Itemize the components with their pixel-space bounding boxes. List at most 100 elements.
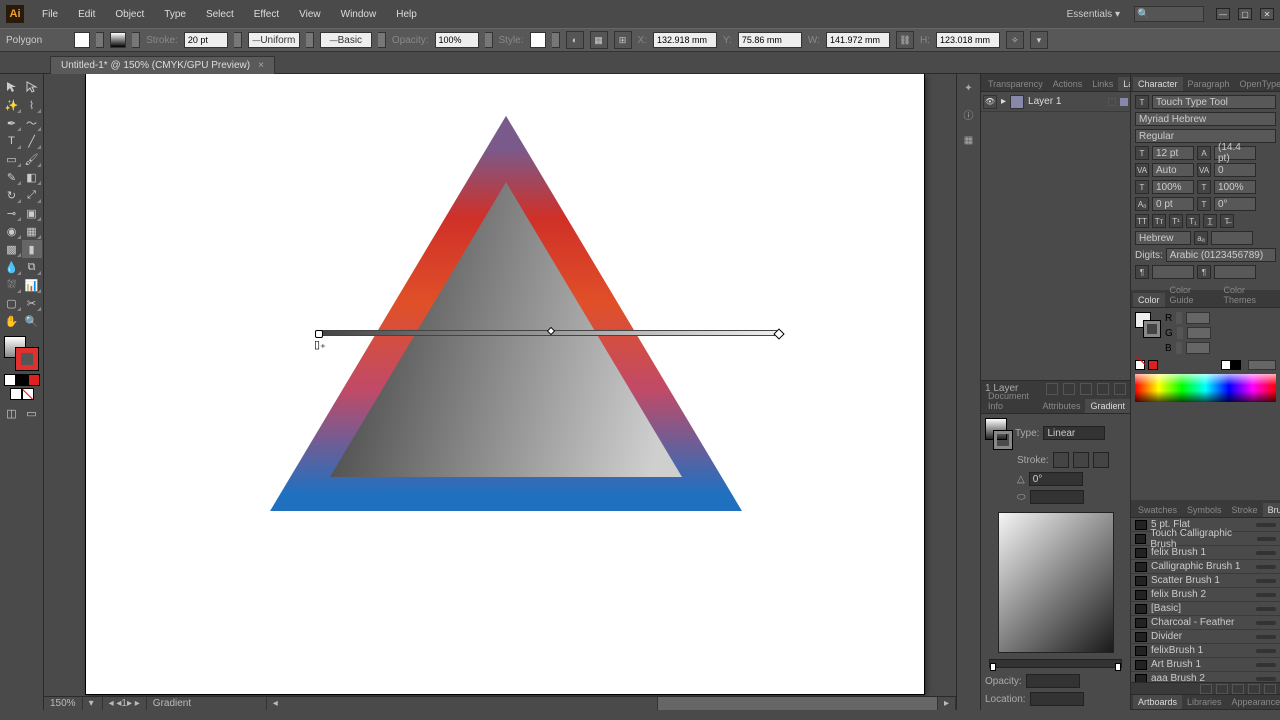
horizontal-scrollbar[interactable] — [658, 697, 938, 711]
perspective-tool[interactable]: ▦ — [22, 222, 42, 240]
touch-type-button[interactable]: Touch Type Tool — [1152, 95, 1276, 109]
gradient-tool[interactable]: ▮ — [22, 240, 42, 258]
shaper-tool[interactable]: ✎ — [2, 168, 22, 186]
touch-type-icon[interactable]: T — [1135, 95, 1149, 109]
w-input[interactable]: 141.972 mm — [826, 32, 890, 48]
rotation-input[interactable]: 0° — [1214, 197, 1256, 211]
properties-icon[interactable]: ✦ — [961, 80, 977, 96]
strikethrough-icon[interactable]: T̶ — [1220, 214, 1234, 228]
tab-paragraph[interactable]: Paragraph — [1183, 77, 1235, 91]
tab-character[interactable]: Character — [1133, 77, 1183, 91]
g-value[interactable] — [1187, 327, 1211, 339]
kerning-input[interactable]: Auto — [1152, 163, 1194, 177]
stroke-profile[interactable]: ― Uniform — [248, 32, 300, 48]
x-input[interactable]: 132.918 mm — [653, 32, 717, 48]
tab-artboards[interactable]: Artboards — [1133, 695, 1182, 709]
menu-object[interactable]: Object — [107, 5, 152, 24]
transform-icon[interactable]: ⊞ — [614, 31, 632, 49]
menu-window[interactable]: Window — [333, 5, 385, 24]
shape-builder-tool[interactable]: ◉ — [2, 222, 22, 240]
screen-mode-full[interactable] — [22, 388, 34, 400]
rotate-tool[interactable]: ↻ — [2, 186, 22, 204]
eraser-tool[interactable]: ◧ — [22, 168, 42, 186]
new-brush-icon[interactable] — [1248, 684, 1260, 694]
stroke-box[interactable] — [16, 348, 38, 370]
color-fill-stroke[interactable] — [1135, 312, 1161, 338]
none-swatch[interactable] — [1135, 360, 1145, 370]
new-sublayer-icon[interactable] — [1080, 383, 1092, 395]
make-clip-icon[interactable] — [1063, 383, 1075, 395]
menu-select[interactable]: Select — [198, 5, 242, 24]
delete-brush-icon[interactable] — [1264, 684, 1276, 694]
direct-selection-tool[interactable] — [22, 78, 42, 96]
artboard[interactable]: ▯₊ — [86, 74, 924, 694]
expand-icon[interactable]: ▸ — [1001, 96, 1006, 107]
font-family-select[interactable]: Myriad Hebrew — [1135, 112, 1276, 126]
align-icon[interactable]: ▦ — [590, 31, 608, 49]
brush-options-icon[interactable] — [1216, 684, 1228, 694]
gradient-mode-btn[interactable] — [16, 374, 28, 386]
tab-actions[interactable]: Actions — [1048, 77, 1088, 91]
new-layer-icon[interactable] — [1097, 383, 1109, 395]
stop-opacity[interactable] — [1026, 674, 1080, 688]
free-transform-tool[interactable]: ▣ — [22, 204, 42, 222]
tracking-input[interactable]: 0 — [1214, 163, 1256, 177]
none-mode-btn[interactable] — [28, 374, 40, 386]
gradient-start-handle[interactable] — [315, 330, 323, 338]
width-tool[interactable]: ⊸ — [2, 204, 22, 222]
hand-tool[interactable]: ✋ — [2, 312, 22, 330]
b-value[interactable] — [1186, 342, 1210, 354]
brush-item[interactable]: [Basic] — [1131, 602, 1280, 616]
tab-swatches[interactable]: Swatches — [1133, 503, 1182, 517]
shape-icon[interactable]: ✧ — [1006, 31, 1024, 49]
artboard-tool[interactable]: ▢ — [2, 294, 22, 312]
maximize-button[interactable]: ▢ — [1238, 8, 1252, 20]
color-spectrum[interactable] — [1135, 374, 1276, 402]
draw-mode-icon[interactable]: ◫ — [2, 404, 22, 422]
document-tab[interactable]: Untitled-1* @ 150% (CMYK/GPU Preview) × — [50, 56, 275, 74]
hscale-input[interactable]: 100% — [1214, 180, 1256, 194]
artboard-nav[interactable]: ◂ ◂ 1 ▸ ▸ — [103, 697, 147, 711]
menu-edit[interactable]: Edit — [70, 5, 103, 24]
visibility-toggle[interactable]: 👁 — [983, 95, 997, 109]
menu-type[interactable]: Type — [156, 5, 194, 24]
graphic-style[interactable] — [530, 32, 546, 48]
zoom-tool[interactable]: 🔍 — [22, 312, 42, 330]
language-select[interactable]: Hebrew — [1135, 231, 1191, 245]
caps-icon[interactable]: TT — [1135, 214, 1149, 228]
digits-select[interactable]: Arabic (0123456789) — [1166, 248, 1276, 262]
stroke-weight-input[interactable]: 20 pt — [184, 32, 228, 48]
more-icon[interactable]: ▾ — [1030, 31, 1048, 49]
scale-tool[interactable]: ⤢ — [22, 186, 42, 204]
tab-colorthemes[interactable]: Color Themes — [1218, 283, 1280, 307]
superscript-icon[interactable]: T¹ — [1169, 214, 1183, 228]
recolor-icon[interactable]: ◐ — [566, 31, 584, 49]
minimize-button[interactable]: — — [1216, 8, 1230, 20]
color-mode-btn[interactable] — [4, 374, 16, 386]
stroke-swatch[interactable] — [110, 32, 126, 48]
gradient-aspect[interactable] — [1030, 490, 1084, 504]
tab-libraries[interactable]: Libraries — [1182, 695, 1227, 709]
last-color-swatch[interactable] — [1148, 360, 1158, 370]
remove-stroke-icon[interactable] — [1232, 684, 1244, 694]
tab-gradient[interactable]: Gradient — [1085, 399, 1130, 413]
search-input[interactable]: 🔍 — [1134, 6, 1204, 22]
fill-stroke-control[interactable] — [4, 336, 40, 372]
curvature-tool[interactable]: 〜 — [22, 114, 42, 132]
layer-row[interactable]: 👁 ▸ Layer 1 — [981, 92, 1130, 112]
artwork-triangle[interactable] — [86, 74, 924, 694]
tab-attributes[interactable]: Attributes — [1037, 399, 1085, 413]
baseline-input[interactable]: 0 pt — [1152, 197, 1194, 211]
y-input[interactable]: 75.86 mm — [738, 32, 802, 48]
tab-stroke[interactable]: Stroke — [1227, 503, 1263, 517]
menu-effect[interactable]: Effect — [246, 5, 287, 24]
eyedropper-tool[interactable]: 💧 — [2, 258, 22, 276]
h-input[interactable]: 123.018 mm — [936, 32, 1000, 48]
tab-docinfo[interactable]: Document Info — [983, 389, 1037, 413]
stroke-grad-within[interactable] — [1053, 452, 1069, 468]
screen-mode-icon[interactable]: ▭ — [22, 404, 42, 422]
brush-item[interactable]: Art Brush 1 — [1131, 658, 1280, 672]
menu-help[interactable]: Help — [388, 5, 425, 24]
font-style-select[interactable]: Regular — [1135, 129, 1276, 143]
canvas[interactable]: ▯₊ ▴ 150% ▾ ◂ ◂ 1 ▸ ▸ Gradient ◂ ▸ — [44, 74, 956, 710]
